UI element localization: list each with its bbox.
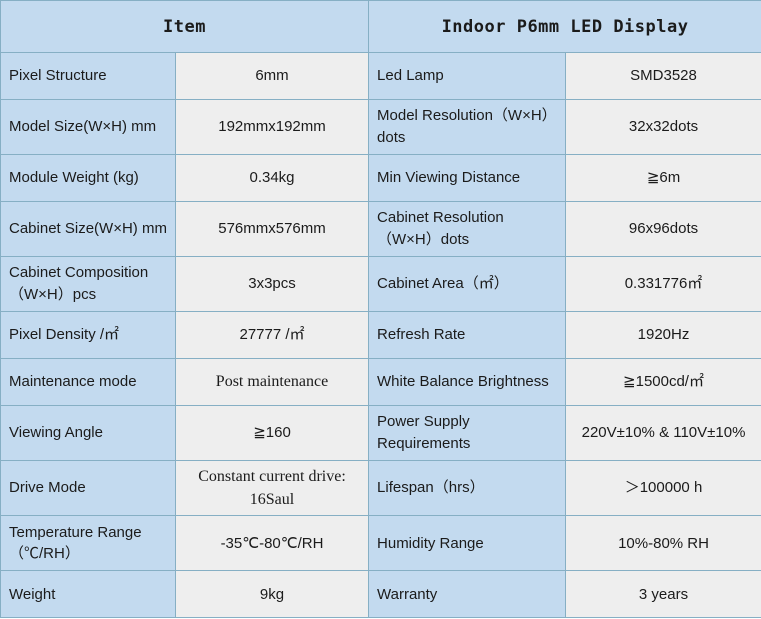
spec-label: Drive Mode [0,459,176,517]
spec-value: ≧160 [174,405,370,461]
spec-label: Humidity Range [368,515,567,572]
spec-label: White Balance Brightness [368,358,567,406]
table-row: Viewing Angle ≧160 Power Supply Requiremen… [0,405,761,461]
spec-label: Model Size(W×H) mm [0,99,176,155]
table-row: Module Weight (kg) 0.34kg Min Viewing Dist… [0,154,761,202]
product-specification-table: Item Indoor P6mm LED Display Pixel Struc… [0,0,761,619]
spec-value: 3 years [565,570,761,619]
spec-value: Constant current drive: 16Saul [174,459,370,517]
table-row: Model Size(W×H) mm 192mmx192mm Model Resol… [0,99,761,155]
spec-label: Min Viewing Distance [368,154,567,202]
spec-label: Temperature Range（℃/RH） [0,515,176,572]
table-body: Pixel Structure 6mm Led Lamp SMD3528 Model S… [0,52,761,619]
table-row: Weight 9kg Warranty 3 years [0,570,761,619]
spec-label: Lifespan（hrs） [368,459,567,517]
spec-label: Cabinet Size(W×H) mm [0,201,176,257]
header-cell-product: Indoor P6mm LED Display [368,0,761,53]
spec-value: 0.331776㎡ [565,256,761,312]
table-row: Pixel Structure 6mm Led Lamp SMD3528 [0,52,761,100]
spec-value: 27777 /㎡ [174,311,370,359]
table-row: Pixel Density /㎡ 27777 /㎡ Refresh Rate 1920… [0,311,761,359]
spec-value: ≧6m [565,154,761,202]
spec-value: 0.34kg [174,154,370,202]
spec-label: Cabinet Area（㎡） [368,256,567,312]
spec-value: 6mm [174,52,370,100]
spec-label: Viewing Angle [0,405,176,461]
table-row: Temperature Range（℃/RH） -35℃-80℃/RH Humidi… [0,515,761,572]
spec-value: SMD3528 [565,52,761,100]
spec-value: ＞100000 h [565,459,761,517]
spec-value: 32x32dots [565,99,761,155]
header-cell-item: Item [0,0,370,53]
spec-label: Pixel Density /㎡ [0,311,176,359]
spec-label: Module Weight (kg) [0,154,176,202]
spec-value: 10%-80% RH [565,515,761,572]
spec-value: -35℃-80℃/RH [174,515,370,572]
table-row: Cabinet Size(W×H) mm 576mmx576mm Cabinet R… [0,201,761,257]
spec-value: 1920Hz [565,311,761,359]
table-header-row: Item Indoor P6mm LED Display [0,0,761,53]
spec-label: Power Supply Requirements [368,405,567,461]
spec-value: 220V±10% & 110V±10% [565,405,761,461]
spec-label: Weight [0,570,176,619]
spec-label: Pixel Structure [0,52,176,100]
spec-value: ≧1500cd/㎡ [565,358,761,406]
spec-label: Cabinet Composition（W×H）pcs [0,256,176,312]
spec-value: 192mmx192mm [174,99,370,155]
spec-value: 576mmx576mm [174,201,370,257]
spec-label: Cabinet Resolution（W×H）dots [368,201,567,257]
table-row: Maintenance mode Post maintenance White Ba… [0,358,761,406]
spec-label: Led Lamp [368,52,567,100]
spec-label: Model Resolution（W×H）dots [368,99,567,155]
table-row: Cabinet Composition（W×H）pcs 3x3pcs Cabinet… [0,256,761,312]
table-row: Drive Mode Constant current drive: 16Saul… [0,459,761,517]
spec-value: 9kg [174,570,370,619]
spec-value: 3x3pcs [174,256,370,312]
spec-label: Refresh Rate [368,311,567,359]
spec-label: Maintenance mode [0,358,176,406]
table-header: Item Indoor P6mm LED Display [0,0,761,53]
spec-value: Post maintenance [174,358,370,406]
spec-value: 96x96dots [565,201,761,257]
spec-label: Warranty [368,570,567,619]
